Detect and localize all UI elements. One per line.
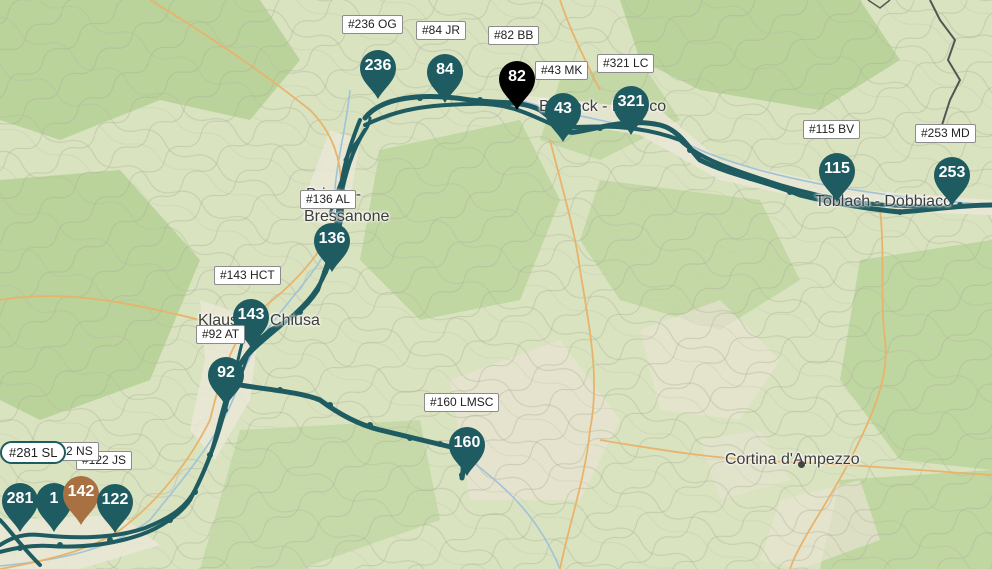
marker-tag-281[interactable]: #281 SL bbox=[0, 441, 67, 464]
map-marker-43[interactable]: 43 bbox=[543, 91, 583, 143]
marker-number: 136 bbox=[318, 230, 346, 247]
marker-tag-253[interactable]: #253 MD bbox=[915, 124, 976, 143]
map-marker-136[interactable]: 136 bbox=[312, 221, 352, 273]
terrain-layer bbox=[0, 0, 992, 569]
marker-number: 84 bbox=[436, 61, 454, 78]
marker-number: 115 bbox=[824, 160, 850, 177]
marker-number: 143 bbox=[237, 306, 265, 323]
map-marker-253[interactable]: 253 bbox=[932, 155, 972, 207]
marker-tag-82[interactable]: #82 BB bbox=[488, 26, 540, 45]
map-marker-122[interactable]: 122 bbox=[95, 482, 135, 534]
map-marker-92[interactable]: 92 bbox=[206, 355, 246, 407]
marker-tag-115[interactable]: #115 BV bbox=[803, 120, 861, 139]
map-marker-236[interactable]: 236 bbox=[358, 48, 398, 100]
marker-tag-143[interactable]: #143 HCT bbox=[214, 266, 281, 285]
marker-tag-43[interactable]: #43 MK bbox=[535, 61, 589, 80]
marker-tag-84[interactable]: #84 JR bbox=[416, 21, 467, 40]
marker-number: 253 bbox=[938, 164, 966, 181]
marker-number: 236 bbox=[364, 57, 392, 74]
marker-tag-321[interactable]: #321 LC bbox=[597, 54, 655, 73]
map-view[interactable]: Brixen - Bressanone Klausen - Chiusa Bru… bbox=[0, 0, 992, 569]
marker-number: 82 bbox=[508, 68, 526, 85]
map-marker-321[interactable]: 321 bbox=[611, 84, 651, 136]
map-marker-115[interactable]: 115 bbox=[817, 151, 857, 203]
map-marker-84[interactable]: 84 bbox=[425, 52, 465, 104]
marker-tag-236[interactable]: #236 OG bbox=[342, 15, 403, 34]
town-label-cortina: Cortina d'Ampezzo bbox=[725, 451, 860, 468]
marker-number: 43 bbox=[554, 100, 572, 117]
marker-number: 321 bbox=[617, 93, 645, 110]
marker-tag-92[interactable]: #92 AT bbox=[196, 325, 246, 344]
marker-number: 122 bbox=[101, 491, 129, 508]
marker-tag-136[interactable]: #136 AL bbox=[300, 190, 357, 209]
map-marker-82[interactable]: 82 bbox=[497, 59, 537, 111]
marker-tag-160[interactable]: #160 LMSC bbox=[424, 393, 500, 412]
marker-number: 92 bbox=[217, 364, 235, 381]
marker-number: 160 bbox=[453, 434, 481, 451]
town-dot-cortina bbox=[798, 461, 805, 468]
map-marker-160[interactable]: 160 bbox=[447, 425, 487, 477]
